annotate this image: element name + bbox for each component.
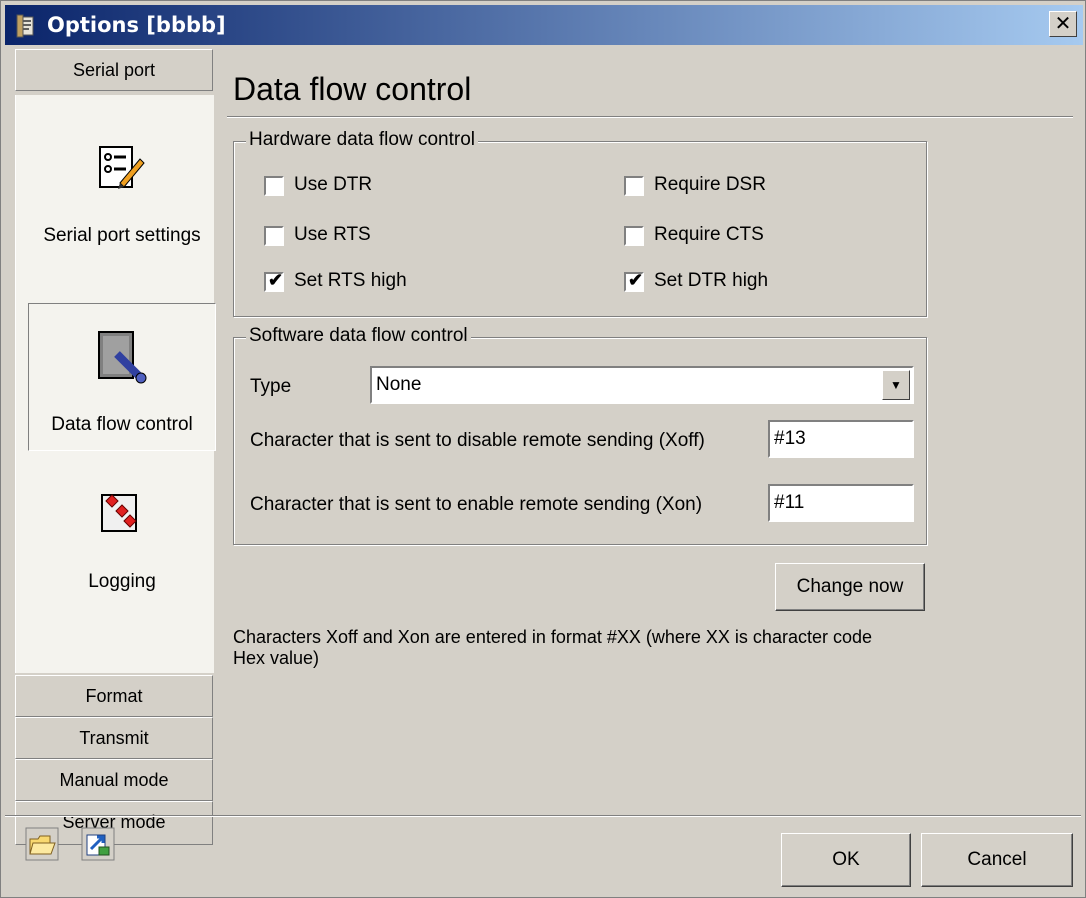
xoff-field[interactable]: #13 — [768, 420, 914, 458]
window-title: Options [bbbb] — [47, 13, 226, 37]
cancel-button[interactable]: Cancel — [921, 833, 1073, 887]
close-icon: ✕ — [1054, 11, 1072, 35]
sidebar-item-label: Logging — [88, 571, 156, 592]
app-icon — [16, 14, 34, 38]
footer-divider — [5, 815, 1081, 817]
group-label: Software data flow control — [246, 325, 471, 347]
title-divider — [227, 116, 1073, 118]
check-icon: ✔ — [268, 270, 284, 290]
tab-serial-port[interactable]: Serial port — [15, 49, 213, 91]
options-window: Options [bbbb] ✕ Serial port Serial port… — [0, 0, 1086, 898]
sidebar-panel: Serial port settings Data flow control L… — [15, 95, 216, 673]
type-label: Type — [250, 376, 292, 397]
sidebar-item-label: Data flow control — [51, 414, 193, 435]
page-title: Data flow control — [233, 71, 472, 107]
settings-list-icon — [99, 146, 145, 189]
type-dropdown[interactable]: None ▼ — [370, 366, 914, 404]
ok-button[interactable]: OK — [781, 833, 911, 887]
hardware-flow-group: Hardware data flow control ✔ Use DTR ✔ R… — [233, 129, 927, 317]
sidebar-item-logging[interactable]: Logging — [28, 461, 216, 609]
group-label: Hardware data flow control — [246, 129, 478, 151]
chevron-down-icon[interactable]: ▼ — [882, 370, 910, 400]
data-flow-icon — [98, 331, 147, 384]
check-icon: ✔ — [628, 270, 644, 290]
open-folder-icon[interactable] — [25, 827, 59, 861]
tab-manual-mode[interactable]: Manual mode — [15, 759, 213, 801]
xon-label: Character that is sent to enable remote … — [250, 494, 703, 515]
xoff-label: Character that is sent to disable remote… — [250, 430, 705, 451]
export-icon[interactable] — [81, 827, 115, 861]
tab-transmit[interactable]: Transmit — [15, 717, 213, 759]
logging-icon — [101, 494, 137, 532]
close-button[interactable]: ✕ — [1049, 11, 1077, 37]
xon-field[interactable]: #11 — [768, 484, 914, 522]
sidebar-item-serial-port-settings[interactable]: Serial port settings — [28, 115, 216, 263]
title-bar: Options [bbbb] ✕ — [5, 5, 1083, 45]
software-flow-group: Software data flow control Type None ▼ C… — [233, 325, 927, 545]
sidebar-item-data-flow-control[interactable]: Data flow control — [28, 303, 216, 451]
sidebar: Serial port Serial port settings Data fl… — [15, 49, 216, 845]
sidebar-item-label: Serial port settings — [43, 225, 201, 246]
format-note: Characters Xoff and Xon are entered in f… — [233, 627, 872, 668]
change-now-button[interactable]: Change now — [775, 563, 925, 611]
tab-format[interactable]: Format — [15, 675, 213, 717]
